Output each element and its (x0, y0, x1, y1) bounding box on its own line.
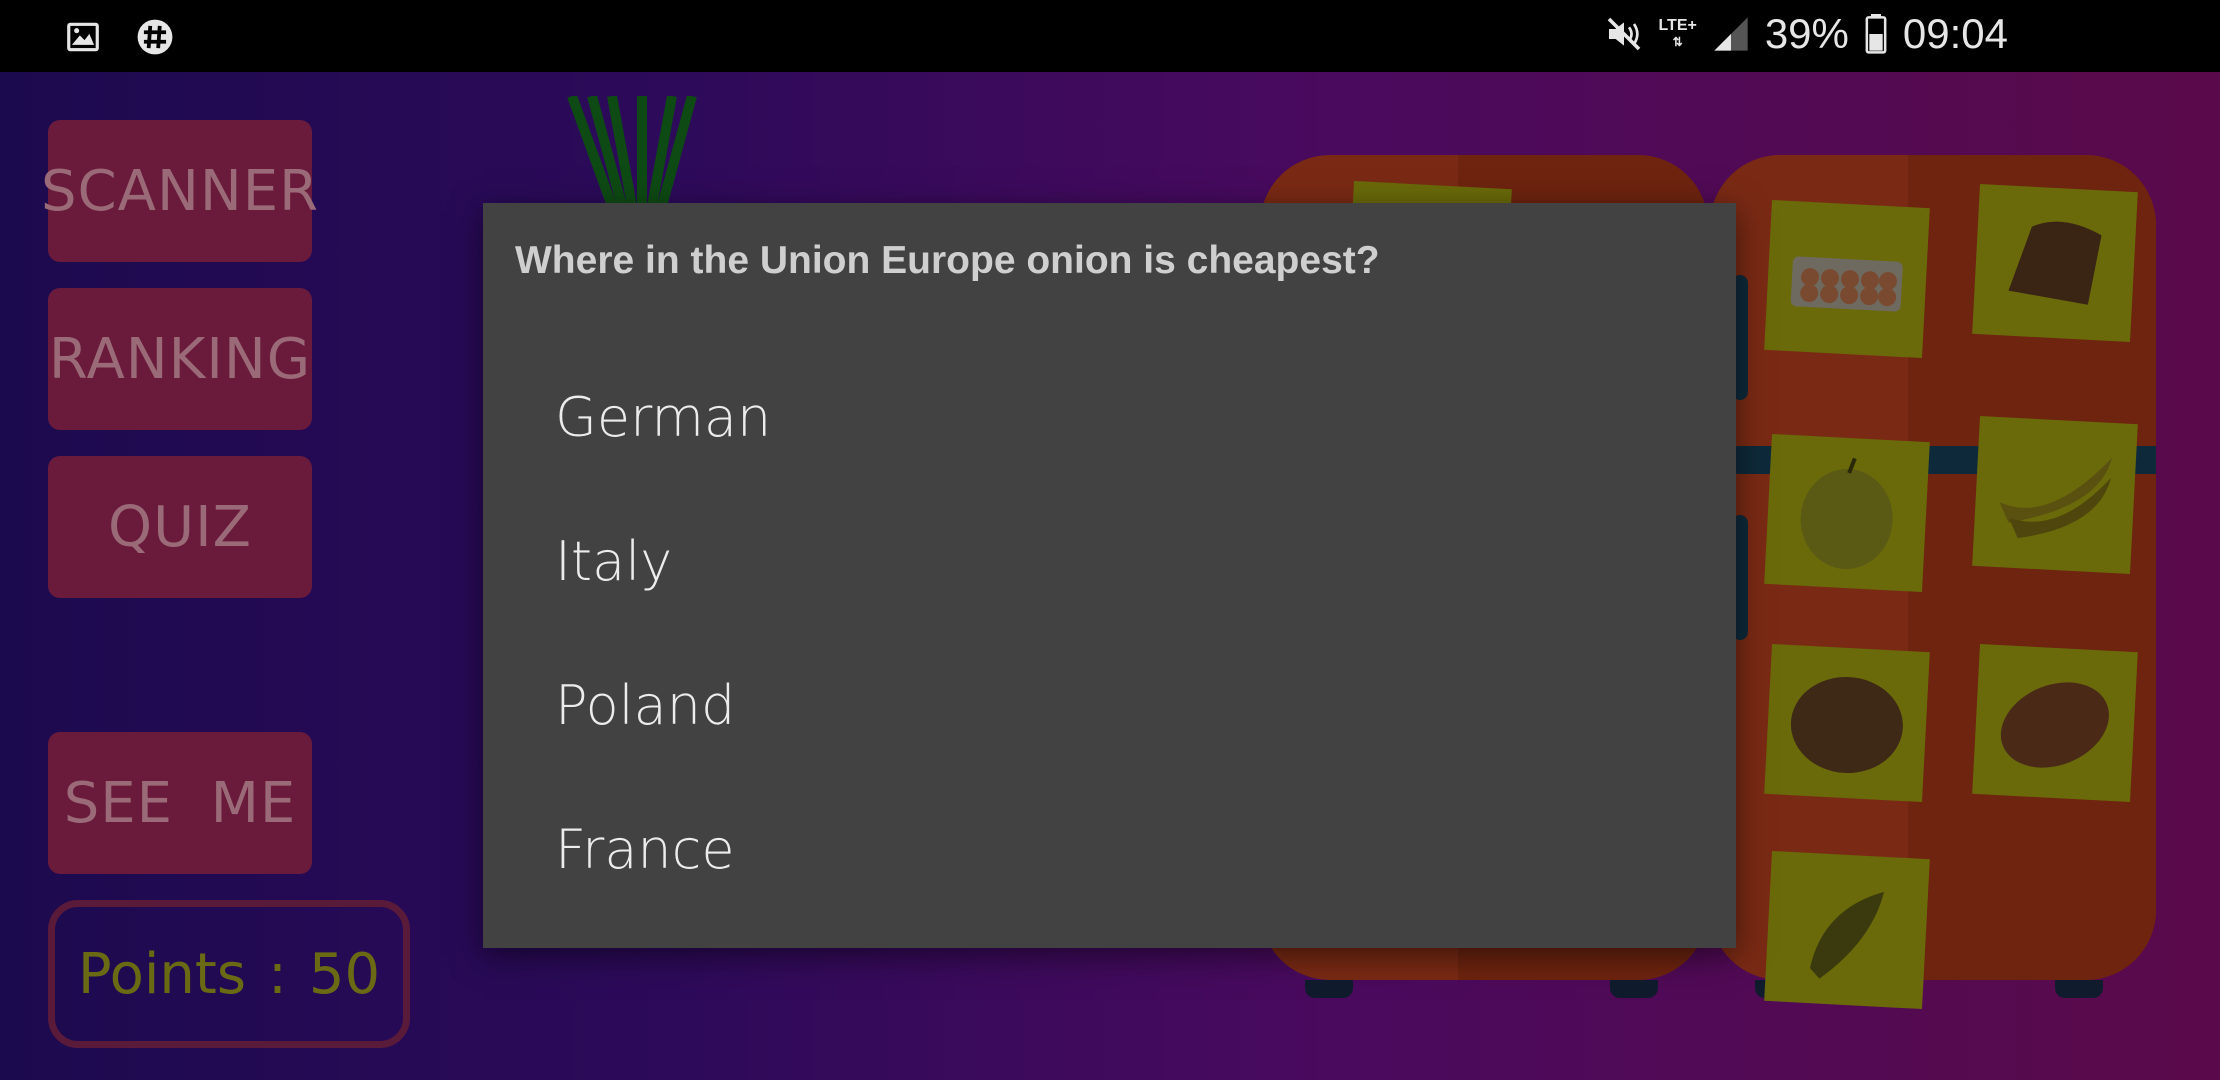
fridge-foot (2055, 980, 2103, 998)
status-left-icons (64, 18, 174, 56)
answer-option-2[interactable]: Italy (483, 489, 1736, 633)
network-type: LTE+ ⇅ (1658, 17, 1697, 50)
quiz-button[interactable]: QUIZ (48, 456, 312, 598)
quiz-question: Where in the Union Europe onion is cheap… (515, 239, 1380, 282)
ranking-button[interactable]: RANKING (48, 288, 312, 430)
signal-icon (1714, 17, 1748, 51)
green-onion-icon (567, 96, 697, 206)
fridge-foot (1305, 980, 1353, 998)
points-display: Points : 50 (48, 900, 410, 1048)
answer-option-1[interactable]: German (483, 345, 1736, 489)
fridge-item-eggs[interactable] (1764, 199, 1930, 359)
fridge-item-roll[interactable] (1764, 643, 1930, 803)
fridge-item-cucumber[interactable] (1764, 850, 1930, 1010)
hashtag-icon (137, 19, 173, 55)
answer-option-3[interactable]: Poland (483, 633, 1736, 777)
fridge-foot (1610, 980, 1658, 998)
status-right: LTE+ ⇅ 39% 09:04 (1604, 10, 2008, 58)
fridge-item-bread-loaf[interactable] (1972, 183, 2138, 343)
fridge-item-apple[interactable] (1764, 433, 1930, 593)
points-value: 50 (308, 941, 381, 1007)
roll-icon (1790, 676, 1903, 774)
apple-icon (1800, 457, 1893, 569)
points-separator: : (268, 941, 287, 1007)
answer-option-4[interactable]: France (483, 777, 1736, 921)
brown-bread-icon (2000, 682, 2109, 768)
fridge-item-brown-bread[interactable] (1972, 643, 2138, 803)
bread-loaf-icon (2008, 221, 2102, 305)
banana-icon (1999, 457, 2113, 539)
battery-percent: 39% (1764, 10, 1849, 57)
cucumber-icon (1809, 891, 1885, 979)
see-me-button[interactable]: SEE ME (48, 732, 312, 874)
quiz-dialog: Where in the Union Europe onion is cheap… (483, 203, 1736, 948)
status-bar: LTE+ ⇅ 39% 09:04 (0, 0, 2220, 72)
image-icon (67, 22, 99, 52)
scanner-button[interactable]: SCANNER (41, 120, 318, 262)
battery-icon (1865, 14, 1887, 54)
eggs-icon (1790, 256, 1903, 312)
clock: 09:04 (1902, 10, 2008, 57)
points-label: Points (77, 941, 247, 1007)
fridge-item-banana[interactable] (1972, 415, 2138, 575)
mute-icon (1608, 17, 1641, 51)
